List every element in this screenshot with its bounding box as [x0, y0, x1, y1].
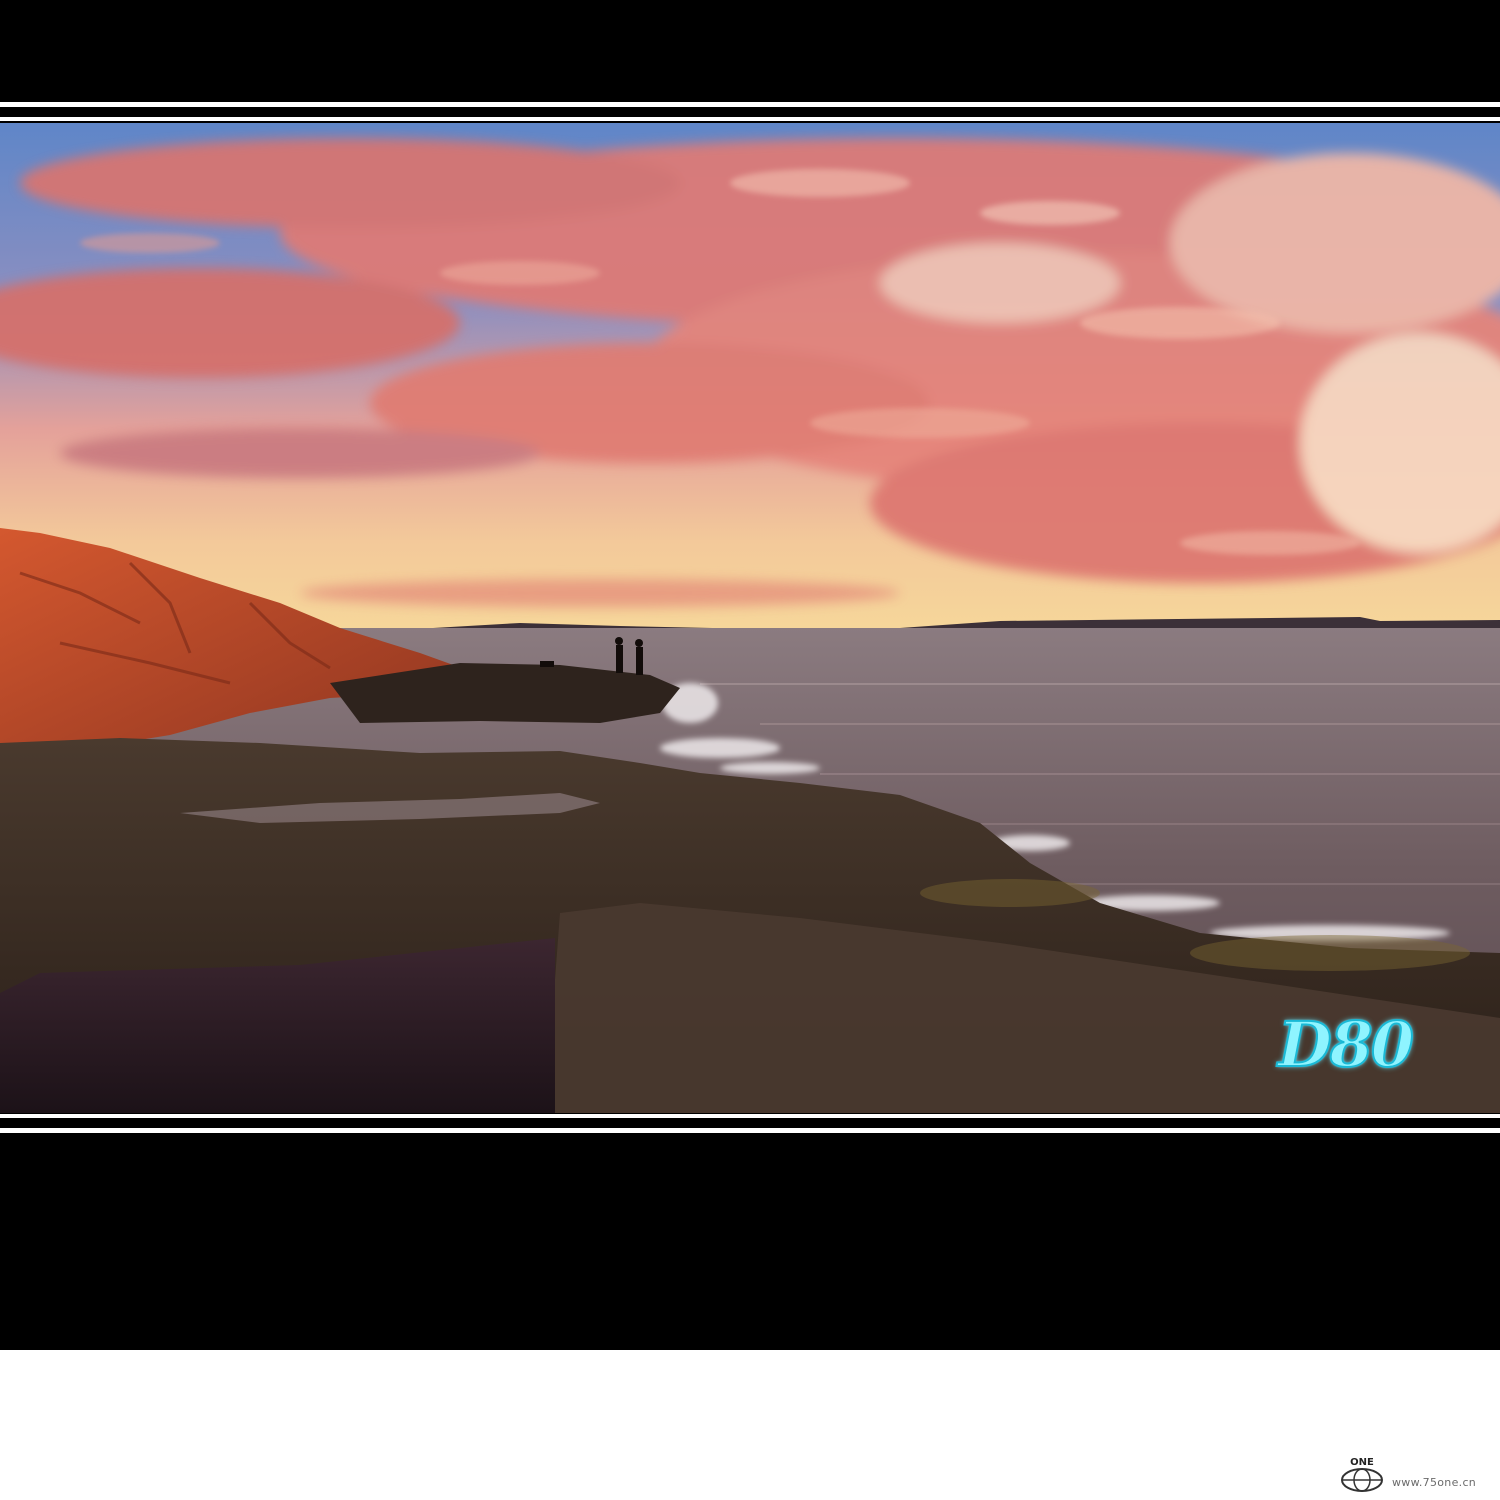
- logo-text: ONE: [1350, 1457, 1374, 1468]
- site-globe-logo-icon: ONE: [1341, 1457, 1383, 1492]
- frame-line-top-inner: [0, 117, 1500, 121]
- frame-line-bottom-outer: [0, 1128, 1500, 1133]
- d80-watermark: D80: [1277, 1008, 1415, 1081]
- frame-line-top-outer: [0, 102, 1500, 107]
- site-url: www.75one.cn: [1392, 1476, 1477, 1489]
- seascape-illustration: [0, 123, 1500, 1113]
- frame-line-bottom-inner: [0, 1114, 1500, 1118]
- seascape-photo: [0, 123, 1500, 1113]
